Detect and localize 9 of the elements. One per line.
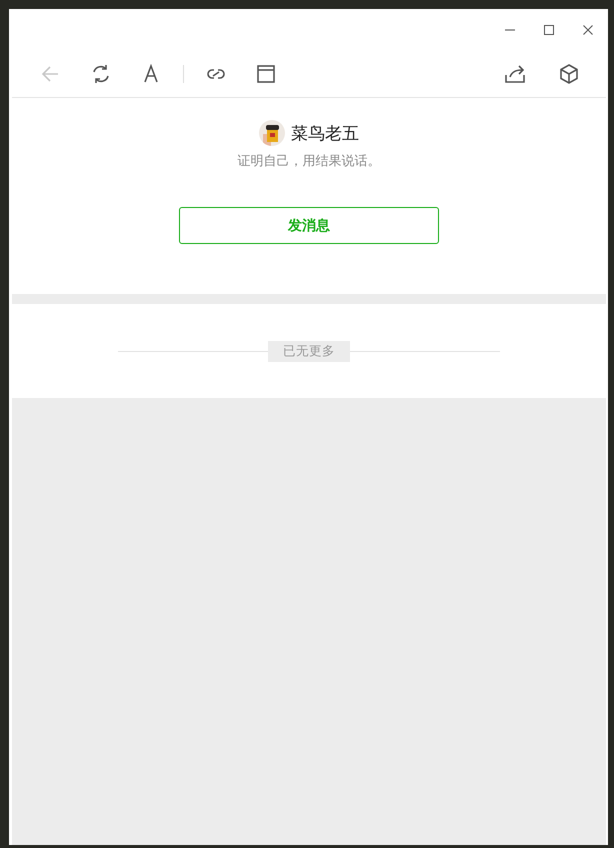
profile-name: 菜鸟老五 [291, 122, 359, 144]
window-icon [255, 62, 277, 84]
close-icon [582, 24, 594, 36]
no-more-label: 已无更多 [268, 340, 350, 362]
share-icon [504, 62, 526, 84]
cube-icon [558, 62, 580, 84]
send-message-button[interactable]: 发消息 [179, 207, 439, 244]
profile-signature: 证明自己，用结果说话。 [238, 153, 380, 170]
maximize-icon [543, 24, 555, 36]
